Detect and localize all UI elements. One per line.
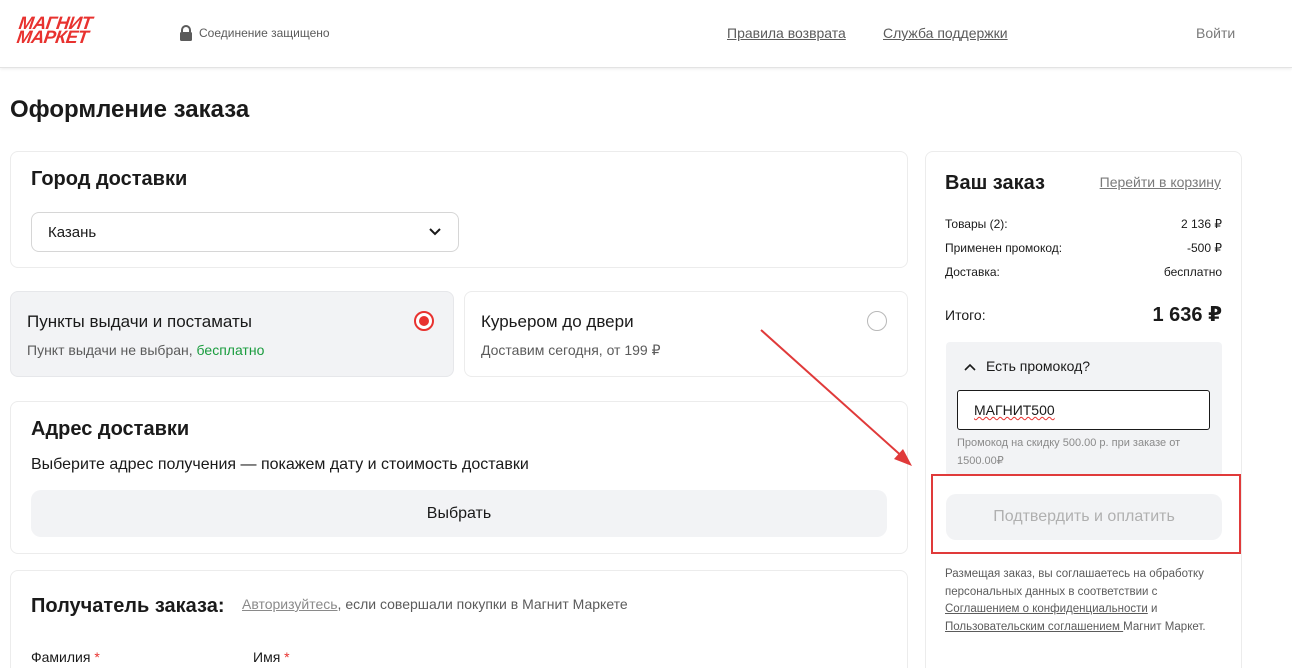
radio-pickup[interactable] [414, 311, 434, 331]
lock-icon [179, 25, 193, 41]
address-title: Адрес доставки [31, 418, 190, 440]
delivery-option-courier[interactable]: Курьером до двери Доставим сегодня, от 1… [464, 291, 908, 377]
option-subtitle: Доставим сегодня, от 199 ₽ [481, 342, 661, 358]
chevron-up-icon [964, 358, 976, 374]
recipient-title: Получатель заказа: [31, 595, 225, 617]
option-subtitle: Пункт выдачи не выбран, бесплатно [27, 342, 265, 358]
summary-row-promo: Применен промокод: -500 ₽ [945, 241, 1222, 255]
promo-hint: Промокод на скидку 500.00 р. при заказе … [957, 437, 1181, 467]
address-card: Адрес доставки Выберите адрес получения … [10, 401, 908, 554]
privacy-agreement-link[interactable]: Соглашением о конфиденциальности [945, 603, 1148, 615]
login-button[interactable]: Войти [1196, 25, 1235, 41]
promo-section: Есть промокод? МАГНИТ500 Промокод на ски… [946, 342, 1222, 476]
summary-title: Ваш заказ [945, 172, 1045, 194]
header: МАГНИТ МАРКЕТ Соединение защищено Правил… [0, 0, 1292, 68]
delivery-option-pickup[interactable]: Пункты выдачи и постаматы Пункт выдачи н… [10, 291, 454, 377]
user-agreement-link[interactable]: Пользовательским соглашением [945, 621, 1123, 633]
total-value: 1 636 ₽ [1152, 304, 1222, 326]
recipient-note: Авторизуйтесь, если совершали покупки в … [242, 596, 628, 612]
chevron-down-icon [428, 224, 442, 241]
summary-row-delivery: Доставка: бесплатно [945, 265, 1222, 279]
terms-text: Размещая заказ, вы соглашаетесь на обраб… [945, 568, 1206, 633]
summary-total: Итого: 1 636 ₽ [945, 302, 1222, 327]
page-title: Оформление заказа [10, 96, 250, 123]
promo-code-input[interactable]: МАГНИТ500 [957, 390, 1210, 430]
secure-connection: Соединение защищено [179, 25, 330, 41]
free-badge: бесплатно [196, 342, 265, 358]
last-name-label: Фамилия * [31, 649, 100, 665]
highlight-box [931, 474, 1241, 554]
logo[interactable]: МАГНИТ МАРКЕТ [15, 13, 94, 47]
total-label: Итого: [945, 306, 986, 323]
city-selected-value: Казань [48, 223, 97, 241]
option-title: Пункты выдачи и постаматы [27, 312, 252, 331]
return-rules-link[interactable]: Правила возврата [727, 25, 846, 41]
promo-toggle[interactable]: Есть промокод? [964, 358, 1090, 374]
secure-text: Соединение защищено [199, 26, 330, 40]
city-title: Город доставки [31, 168, 188, 190]
summary-row-items: Товары (2): 2 136 ₽ [945, 217, 1222, 231]
authorize-link[interactable]: Авторизуйтесь [242, 596, 338, 612]
order-summary: Ваш заказ Перейти в корзину Товары (2): 2… [925, 151, 1242, 668]
city-card: Город доставки Казань [10, 151, 908, 268]
choose-address-button[interactable]: Выбрать [31, 490, 887, 537]
logo-line-2: МАРКЕТ [15, 27, 90, 47]
city-select[interactable]: Казань [31, 212, 459, 252]
option-title: Курьером до двери [481, 312, 634, 331]
go-to-cart-link[interactable]: Перейти в корзину [1100, 174, 1221, 190]
support-link[interactable]: Служба поддержки [883, 25, 1008, 41]
address-subtitle: Выберите адрес получения — покажем дату … [31, 456, 529, 473]
recipient-card: Получатель заказа: Авторизуйтесь, если с… [10, 570, 908, 668]
radio-courier[interactable] [867, 311, 887, 331]
first-name-label: Имя * [253, 649, 290, 665]
promo-code-value: МАГНИТ500 [974, 402, 1055, 418]
